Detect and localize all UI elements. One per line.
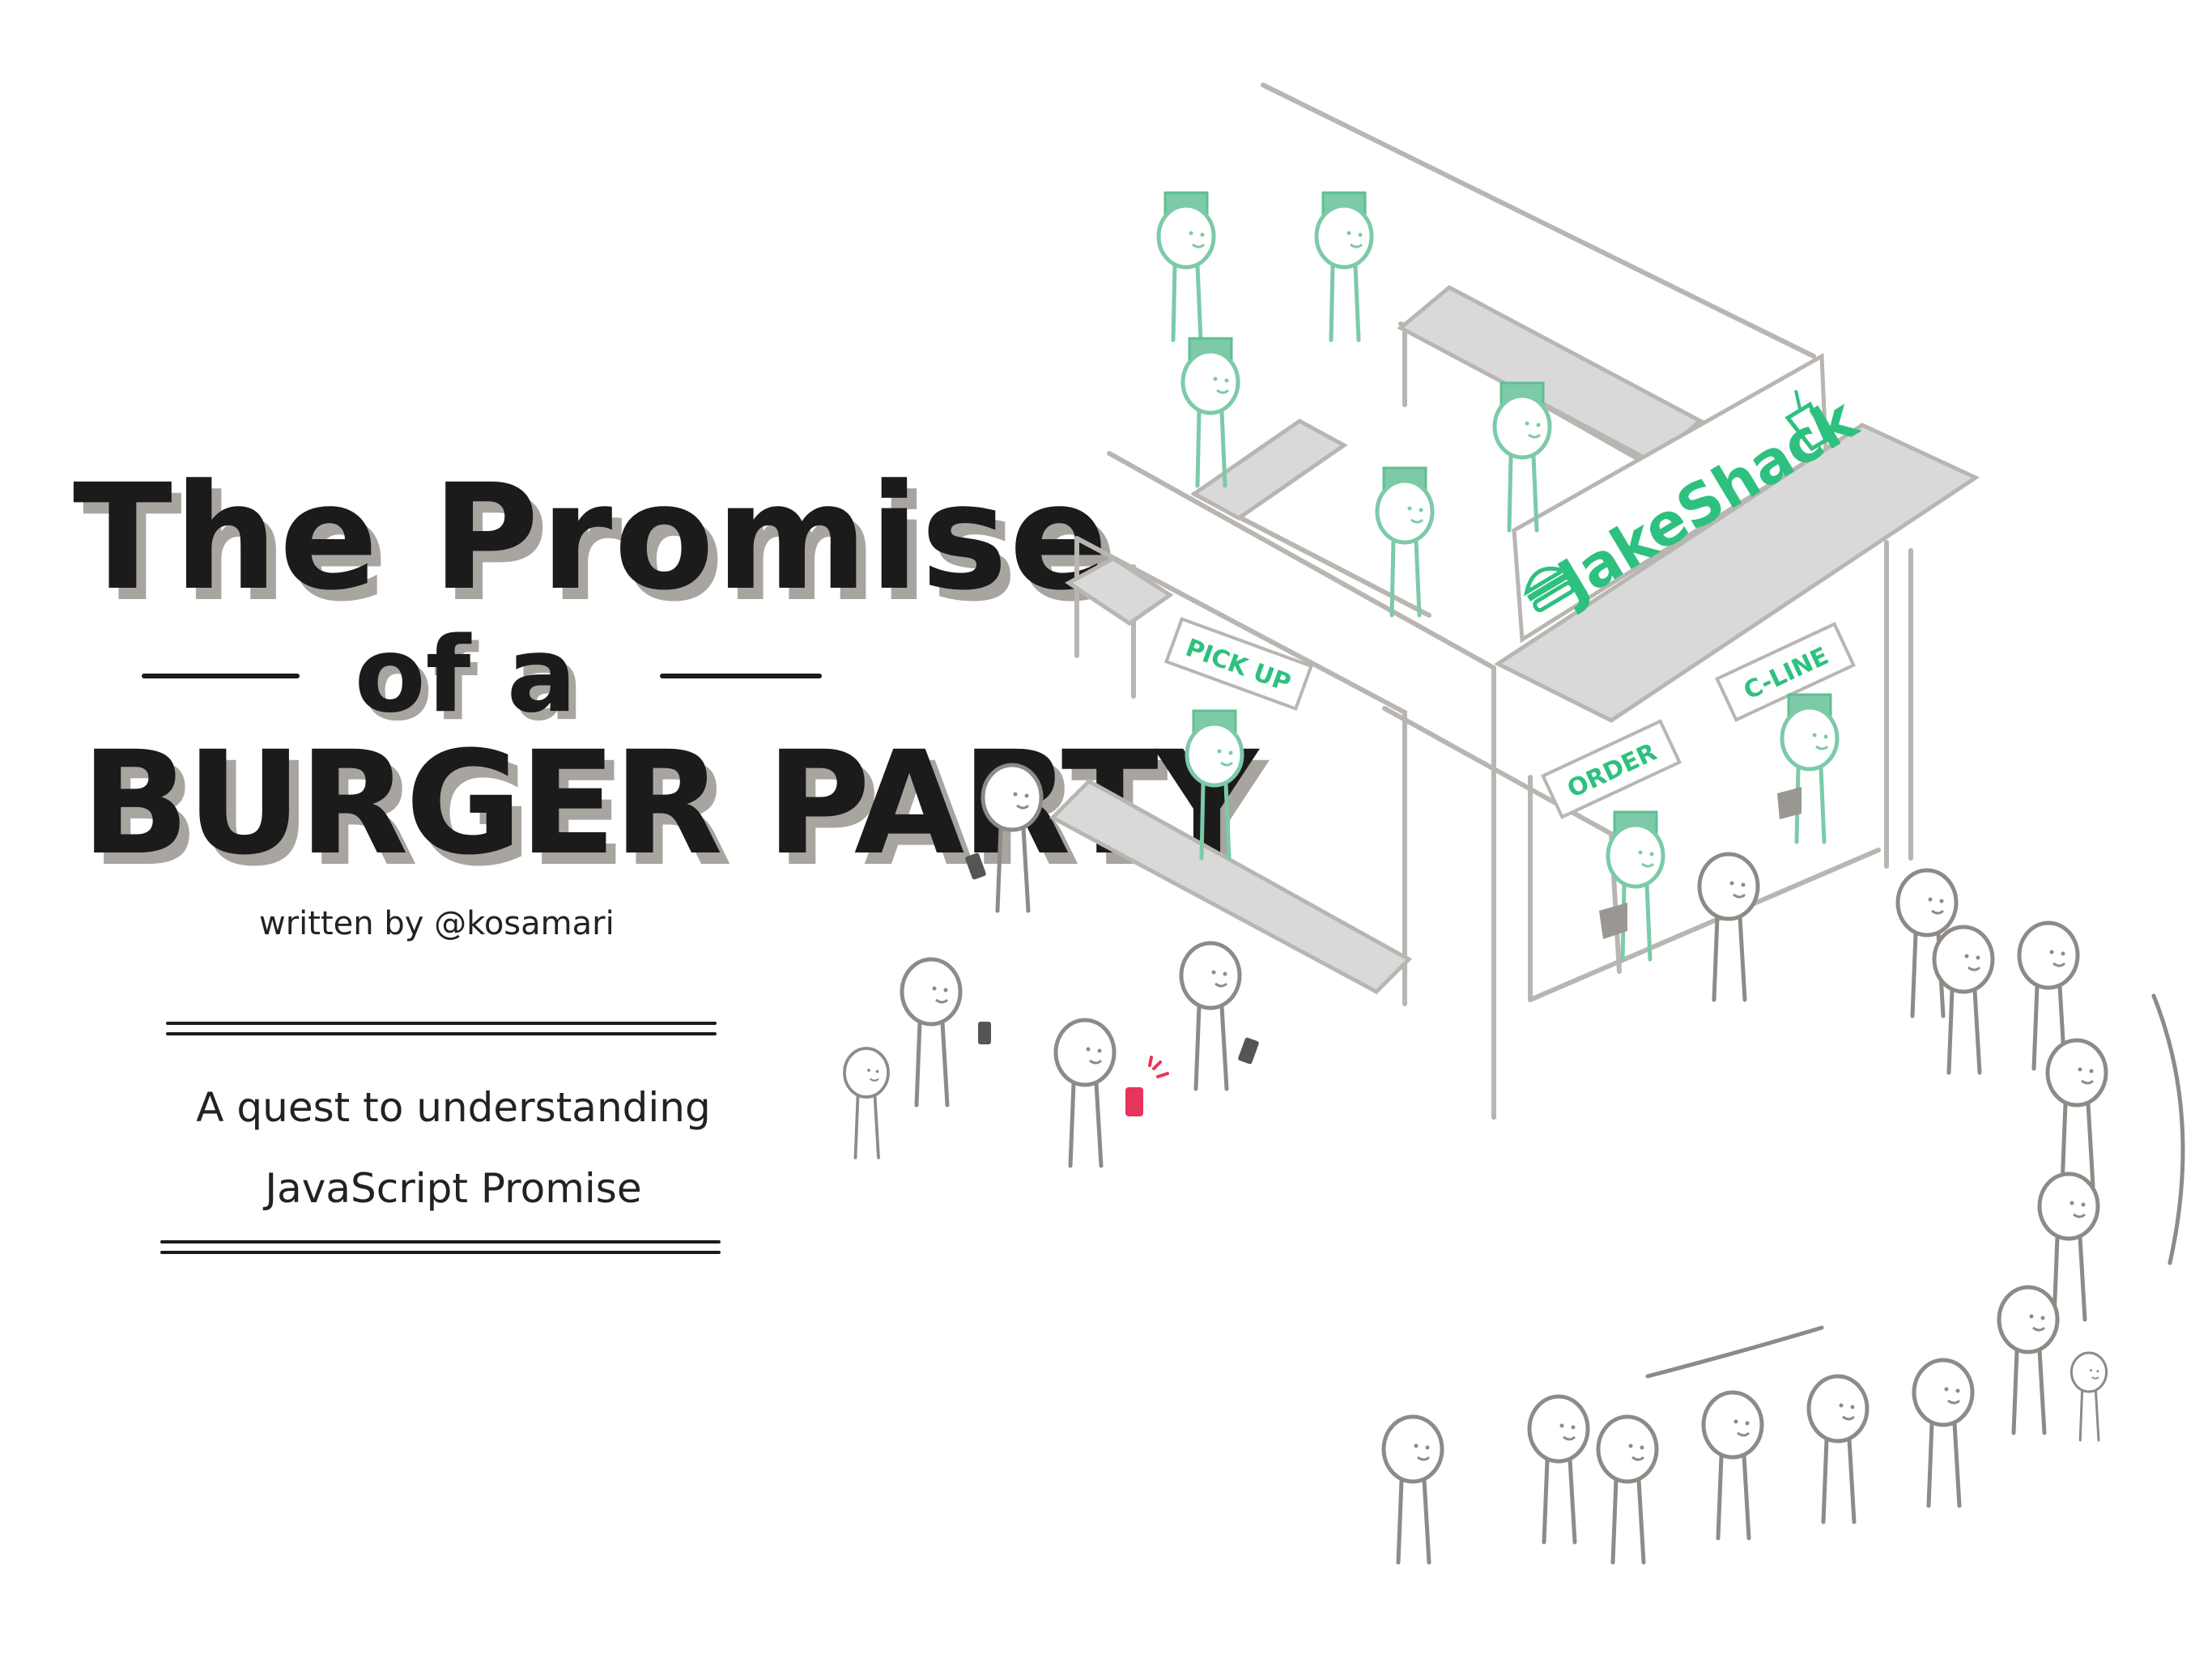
phone-icon [1238, 1037, 1259, 1065]
staff-member [1495, 383, 1550, 530]
customer [1529, 1397, 1588, 1542]
customer [1598, 1417, 1657, 1562]
staff-member [1782, 695, 1837, 842]
phone-icon [965, 852, 986, 880]
customer [983, 765, 1041, 911]
customer [1181, 943, 1240, 1089]
customer [1809, 1376, 1867, 1522]
customer [902, 959, 960, 1105]
staff-member [1187, 711, 1242, 858]
staff-member [1159, 193, 1214, 340]
sign-order: ORDER [1541, 719, 1682, 819]
customer [1056, 1020, 1114, 1166]
customer [843, 1047, 890, 1159]
staff-member [1183, 338, 1238, 486]
customer [1704, 1392, 1762, 1538]
customer [2048, 1040, 2106, 1186]
burger-shop-illustration: JakeShack PICK UP ORDER C-LINE [843, 83, 2185, 1658]
phone-icon [1125, 1087, 1143, 1116]
customer [1384, 1417, 1442, 1562]
phone-icon [978, 1022, 991, 1044]
customer [1999, 1287, 2057, 1433]
customers-group [843, 765, 2108, 1562]
customer [1914, 1360, 1972, 1506]
customer [1699, 854, 1758, 1000]
customer [2069, 1351, 2108, 1442]
cover-page: The Promise of a BURGER PARTY written by… [0, 0, 2212, 1658]
staff-member [1317, 193, 1372, 340]
sign-pickup: PICK UP [1163, 617, 1314, 711]
queue-lines [1645, 993, 2185, 1379]
